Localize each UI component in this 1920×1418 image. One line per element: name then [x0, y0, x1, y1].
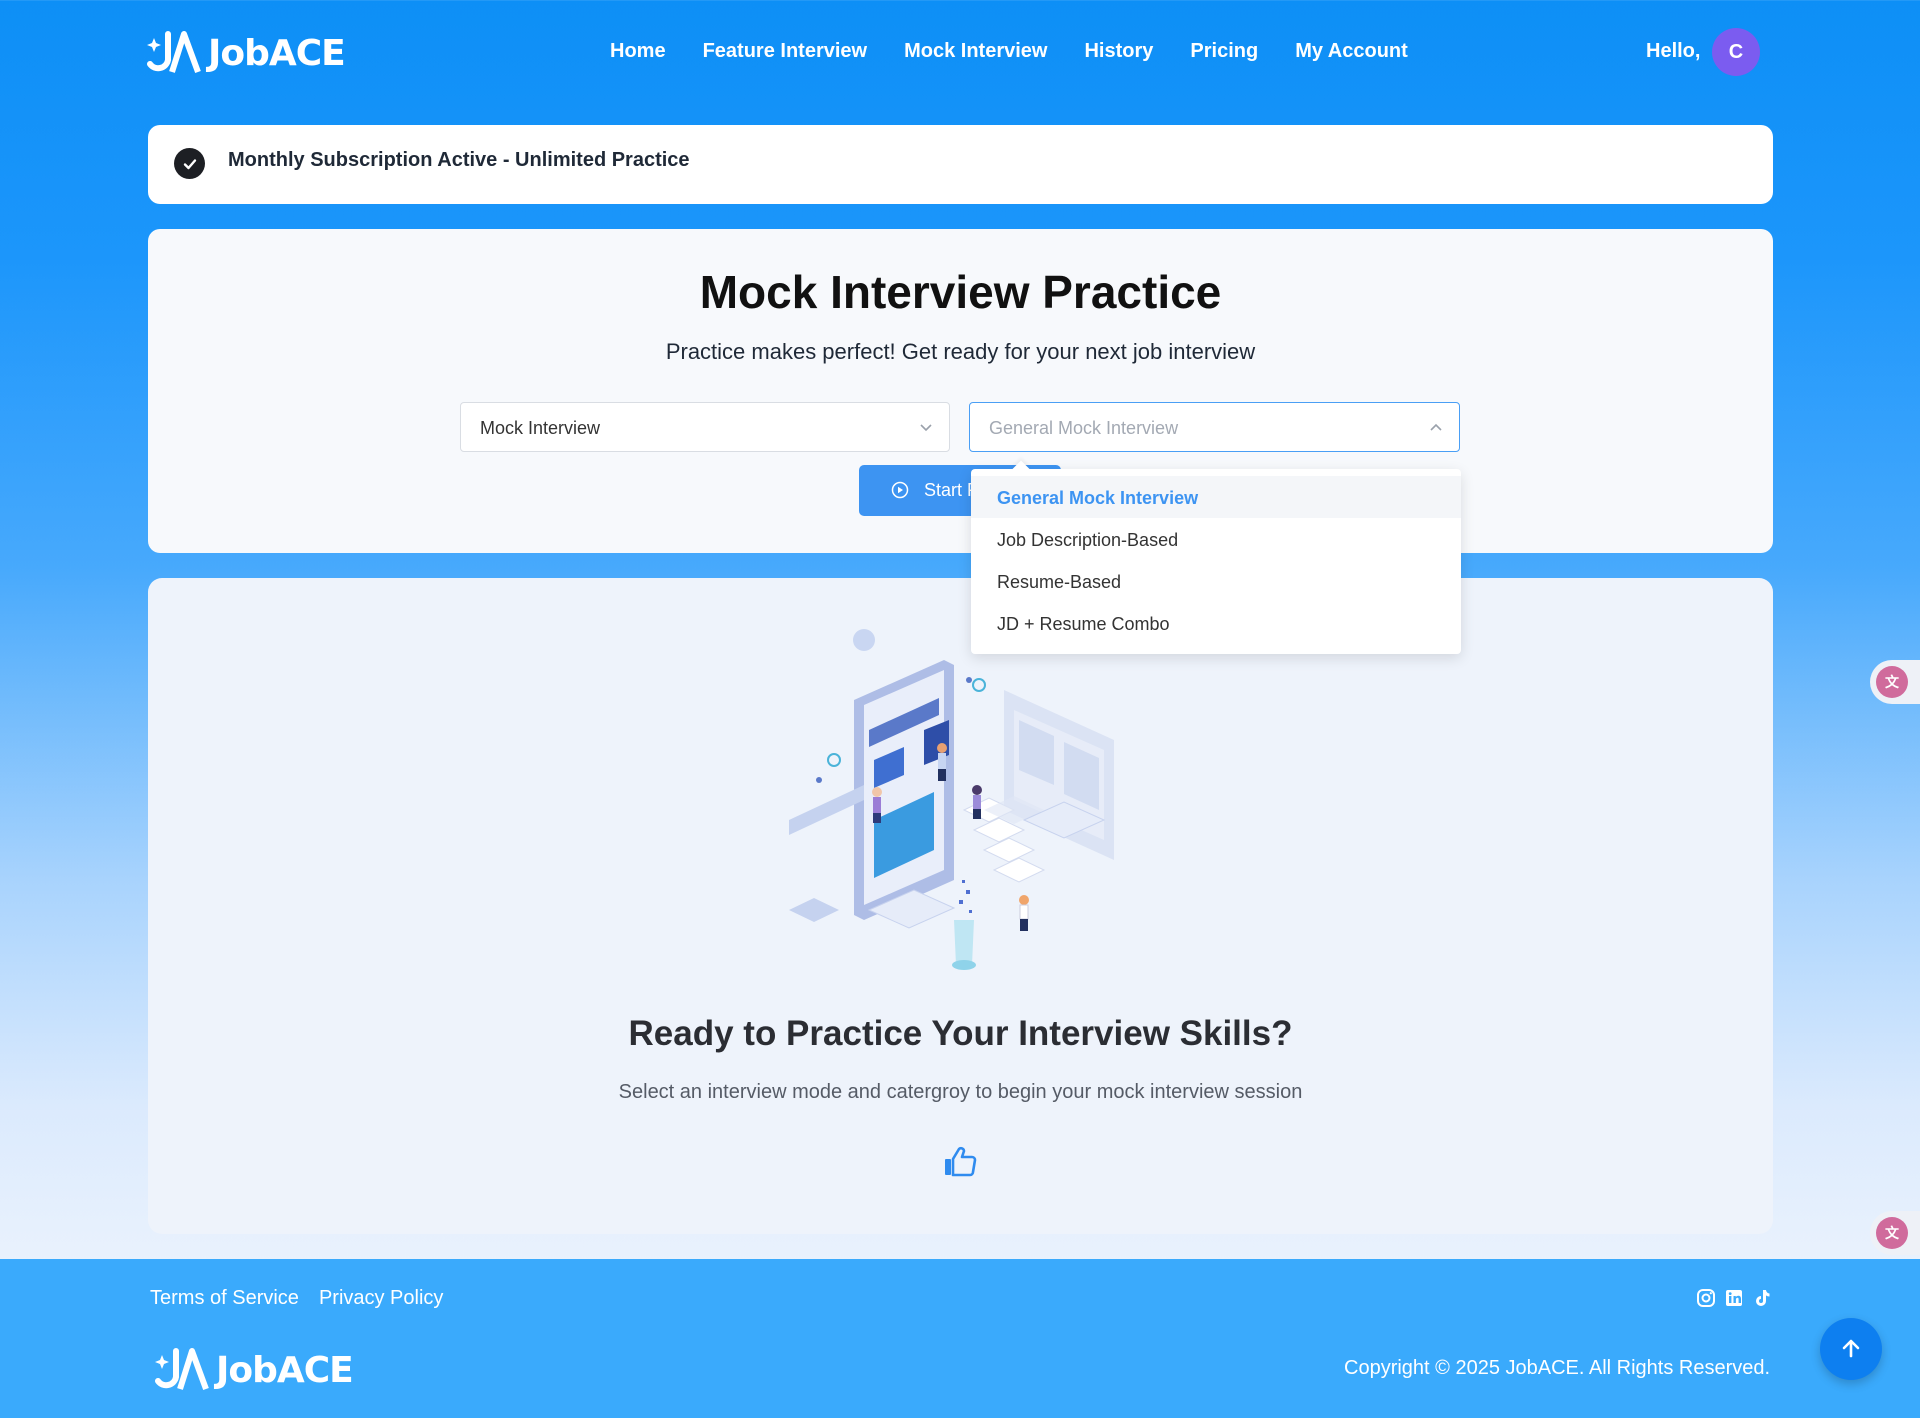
mode-select[interactable]: Mock Interview — [460, 402, 950, 452]
thumbs-up-icon — [945, 1146, 977, 1177]
dropdown-option-jd[interactable]: Job Description-Based — [971, 518, 1461, 560]
nav-pricing[interactable]: Pricing — [1190, 40, 1258, 63]
dropdown-option-general[interactable]: General Mock Interview — [971, 476, 1461, 518]
translate-widget-bottom[interactable]: 文 — [1870, 1211, 1920, 1255]
avatar[interactable]: C — [1712, 28, 1760, 76]
instagram-icon[interactable] — [1696, 1288, 1716, 1308]
linkedin-icon[interactable] — [1724, 1288, 1744, 1308]
translate-icon: 文 — [1876, 666, 1908, 698]
terms-link[interactable]: Terms of Service — [150, 1287, 299, 1310]
nav-my-account[interactable]: My Account — [1295, 40, 1408, 63]
nav-home[interactable]: Home — [610, 40, 666, 63]
empty-state-card: Ready to Practice Your Interview Skills?… — [148, 578, 1773, 1234]
logo-mark-icon — [155, 1348, 209, 1391]
header: JobACE Home Feature Interview Mock Inter… — [0, 0, 1920, 106]
interview-illustration — [789, 629, 1114, 970]
translate-icon: 文 — [1876, 1217, 1908, 1249]
translate-widget[interactable]: 文 — [1870, 660, 1920, 704]
dropdown-option-resume[interactable]: Resume-Based — [971, 560, 1461, 602]
subscription-banner: Monthly Subscription Active - Unlimited … — [148, 125, 1773, 204]
mode-select-value: Mock Interview — [480, 418, 601, 438]
play-circle-icon — [891, 481, 909, 499]
arrow-up-icon — [1842, 1339, 1860, 1358]
check-circle-icon — [174, 148, 205, 179]
category-select[interactable]: General Mock Interview — [969, 402, 1460, 452]
nav-feature-interview[interactable]: Feature Interview — [703, 40, 868, 63]
nav-mock-interview[interactable]: Mock Interview — [904, 40, 1047, 63]
footer-logo-text: JobACE — [216, 1349, 354, 1391]
nav-history[interactable]: History — [1084, 40, 1153, 63]
logo[interactable]: JobACE — [146, 30, 346, 76]
subscription-status: Monthly Subscription Active - Unlimited … — [228, 149, 690, 171]
footer: Terms of Service Privacy Policy JobACE C… — [0, 1259, 1920, 1418]
category-dropdown: General Mock Interview Job Description-B… — [971, 469, 1461, 654]
logo-text: JobACE — [208, 32, 346, 74]
page-title: Mock Interview Practice — [699, 266, 1222, 318]
empty-state-subtitle: Select an interview mode and catergroy t… — [618, 1081, 1303, 1103]
privacy-link[interactable]: Privacy Policy — [319, 1287, 443, 1310]
main-nav: Home Feature Interview Mock Interview Hi… — [610, 40, 1408, 63]
practice-card: Mock Interview Practice Practice makes p… — [148, 229, 1773, 553]
chevron-down-icon — [920, 424, 932, 432]
greeting: Hello, — [1646, 40, 1701, 62]
empty-state-title: Ready to Practice Your Interview Skills? — [628, 1014, 1293, 1053]
footer-logo[interactable]: JobACE — [154, 1347, 354, 1393]
scroll-to-top-button[interactable] — [1820, 1318, 1882, 1380]
chevron-up-icon — [1430, 423, 1442, 431]
social-links — [1696, 1288, 1772, 1308]
copyright: Copyright © 2025 JobACE. All Rights Rese… — [1344, 1357, 1771, 1379]
dropdown-option-combo[interactable]: JD + Resume Combo — [971, 602, 1461, 644]
tiktok-icon[interactable] — [1752, 1288, 1772, 1308]
footer-links: Terms of Service Privacy Policy — [150, 1287, 443, 1310]
category-select-value: General Mock Interview — [989, 418, 1179, 438]
logo-mark-icon — [147, 31, 201, 74]
page-subtitle: Practice makes perfect! Get ready for yo… — [665, 339, 1256, 364]
